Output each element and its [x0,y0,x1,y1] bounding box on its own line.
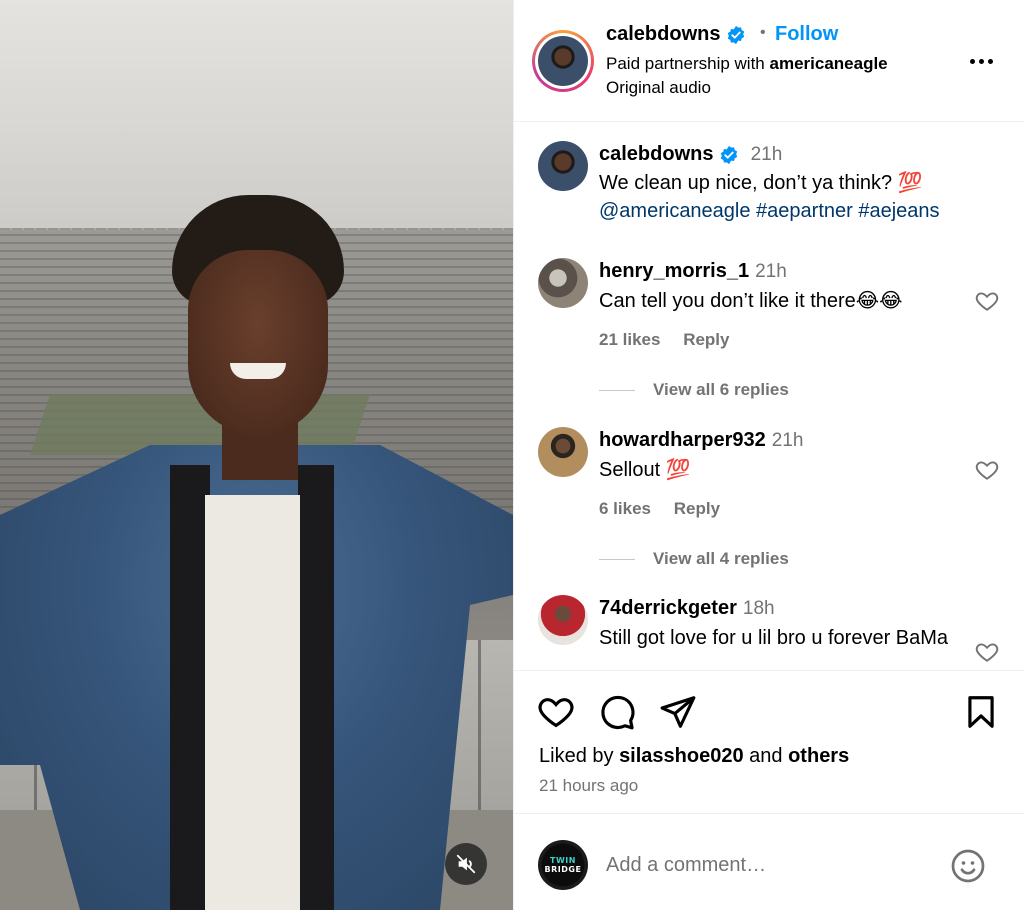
view-replies-button[interactable]: View all 6 replies [599,380,789,400]
author-avatar[interactable] [538,36,588,86]
verified-badge-icon [720,145,738,164]
comment-text: Still got love for u lil bro u forever B… [599,627,949,649]
author-username-link[interactable]: calebdowns [606,23,746,46]
view-replies-label: View all 4 replies [653,549,789,568]
heart-icon [538,698,574,728]
dark-overshirt-left [170,465,210,910]
commenter-avatar[interactable] [538,427,588,477]
heart-icon[interactable] [974,457,1000,483]
white-tshirt [205,495,300,910]
liked-by-prefix: Liked by [539,745,614,767]
follow-button[interactable]: Follow [775,23,838,46]
header-separator: • [760,24,766,41]
commenter-avatar[interactable] [538,595,588,645]
speech-bubble-icon [601,695,635,730]
view-replies-label: View all 6 replies [653,380,789,399]
dark-overshirt-right [298,465,334,910]
author-story-ring[interactable] [532,30,594,92]
person-in-denim-jacket [0,195,513,910]
comment-username-row: howardharper932 21h [599,429,803,452]
comment-time: 21h [771,430,804,451]
logo-text-top: TWIN [550,856,576,865]
smile [230,363,286,379]
verified-badge-icon [727,25,745,44]
paper-plane-icon [660,696,696,728]
caption-time: 21h [750,144,783,165]
comment-username-row: henry_morris_1 21h [599,260,787,283]
liked-by-and: and [749,745,783,767]
original-audio-link[interactable]: Original audio [606,78,711,98]
caption-text-block: We clean up nice, don’t ya think? 💯 @ame… [599,169,979,225]
share-button[interactable] [659,693,697,731]
more-options-button[interactable] [964,48,998,74]
post-video[interactable] [0,0,513,910]
comment-meta: 21 likes Reply [599,330,747,350]
author-username[interactable]: calebdowns [606,23,720,45]
caption-text: We clean up nice, don’t ya think? 💯 [599,172,923,194]
comment-meta: 6 likes Reply [599,499,738,519]
twin-bridge-logo: TWIN BRIDGE [538,840,588,890]
liked-by-user-link[interactable]: silasshoe020 [619,745,744,767]
more-options-dot [978,58,984,64]
muted-speaker-icon [456,854,476,874]
add-comment-input[interactable] [606,850,936,880]
partner-link[interactable]: americaneagle [770,54,888,73]
replies-divider [599,389,635,391]
paid-partnership-label: Paid partnership with americaneagle [606,54,888,74]
comment-text: Can tell you don’t like it there😂😂 [599,290,903,312]
comment-username[interactable]: henry_morris_1 [599,260,749,282]
comment-likes[interactable]: 6 likes [599,499,651,518]
post-side-panel: calebdowns • Follow Paid partnership wit… [513,0,1024,910]
emoji-picker-button[interactable] [950,848,986,884]
view-replies-button[interactable]: View all 4 replies [599,549,789,569]
caption-tags[interactable]: @americaneagle #aepartner #aejeans [599,197,979,225]
comment-time: 21h [755,261,787,282]
comment-text: Sellout 💯 [599,459,691,481]
smiley-icon [951,849,985,883]
like-button[interactable] [537,693,575,731]
comments-list[interactable]: calebdowns 21h We clean up nice, don’t y… [514,123,1024,668]
comment-likes[interactable]: 21 likes [599,330,660,349]
mute-toggle-button[interactable] [445,843,487,885]
comment-username-row: 74derrickgeter 18h [599,597,775,620]
comment-username[interactable]: 74derrickgeter [599,597,737,619]
logo-text-bottom: BRIDGE [544,865,582,874]
paid-partnership-prefix: Paid partnership with [606,54,765,73]
reply-button[interactable]: Reply [674,499,720,518]
more-options-icon [969,58,975,64]
post-header: calebdowns • Follow Paid partnership wit… [514,0,1024,122]
replies-divider [599,558,635,560]
comment-button[interactable] [598,693,636,731]
bookmark-icon [968,696,994,728]
caption-username-row: calebdowns 21h [599,143,782,166]
reply-button[interactable]: Reply [683,330,729,349]
comment-composer: TWIN BRIDGE [514,813,1024,910]
liked-by-summary: Liked by silasshoe020 and others [539,745,849,768]
caption-username[interactable]: calebdowns [599,143,713,165]
liked-by-others-link[interactable]: others [788,745,849,767]
post-timestamp[interactable]: 21 hours ago [539,776,638,796]
heart-icon[interactable] [974,288,1000,314]
caption-avatar[interactable] [538,141,588,191]
viewer-avatar[interactable]: TWIN BRIDGE [538,840,588,890]
post-actions: Liked by silasshoe020 and others 21 hour… [514,670,1024,812]
comment-time: 18h [742,598,775,619]
face [188,250,328,435]
heart-icon[interactable] [974,639,1000,665]
save-button[interactable] [962,693,1000,731]
more-options-dot [987,58,993,64]
comment-username[interactable]: howardharper932 [599,429,766,451]
commenter-avatar[interactable] [538,258,588,308]
